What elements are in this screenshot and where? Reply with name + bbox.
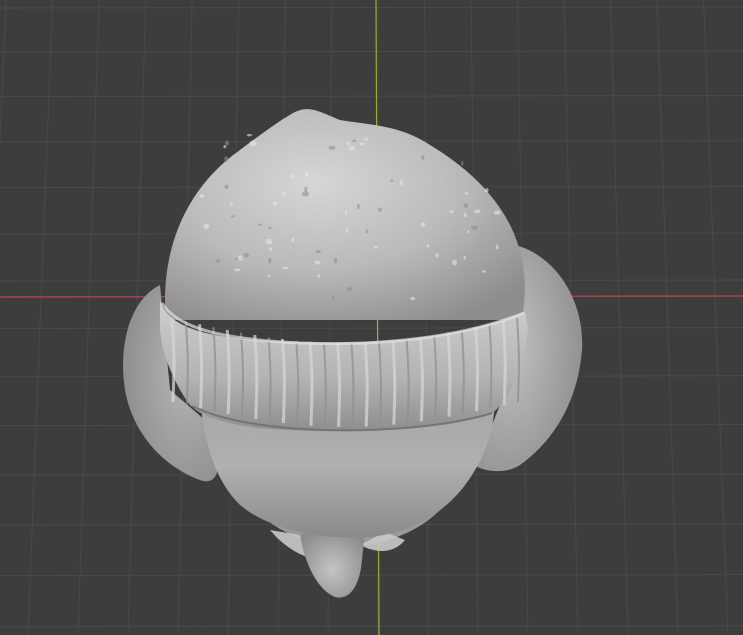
texture-speck	[373, 246, 379, 249]
texture-speck	[268, 257, 272, 264]
texture-speck	[225, 140, 230, 146]
texture-speck	[246, 133, 252, 137]
texture-speck	[389, 179, 394, 182]
texture-speck	[426, 244, 430, 248]
texture-speck	[470, 225, 478, 230]
texture-speck	[352, 139, 357, 143]
texture-speck	[302, 191, 309, 197]
texture-speck	[359, 142, 365, 146]
texture-speck	[484, 188, 489, 193]
texture-speck	[346, 287, 353, 292]
texture-speck	[452, 259, 457, 266]
texture-speck	[199, 194, 205, 199]
texture-speck	[304, 171, 309, 177]
viewport-canvas[interactable]	[0, 0, 743, 635]
texture-speck	[331, 295, 335, 300]
texture-speck	[234, 268, 241, 272]
texture-speck	[495, 244, 499, 250]
texture-speck	[282, 266, 288, 269]
texture-speck	[272, 201, 278, 206]
texture-speck	[357, 203, 360, 210]
texture-speck	[400, 179, 403, 186]
texture-speck	[269, 247, 272, 252]
texture-speck	[467, 230, 470, 233]
texture-speck	[348, 146, 356, 151]
texture-speck	[258, 223, 262, 226]
texture-speck	[203, 223, 210, 229]
texture-speck	[487, 290, 494, 296]
texture-speck	[224, 156, 229, 162]
texture-speck	[290, 174, 295, 179]
texture-speck	[449, 210, 454, 214]
texture-speck	[223, 145, 227, 149]
texture-speck	[461, 160, 464, 167]
texture-speck	[481, 270, 486, 273]
texture-speck	[464, 192, 469, 196]
texture-speck	[267, 226, 272, 230]
texture-speck	[314, 260, 321, 265]
texture-speck	[230, 215, 235, 218]
texture-speck	[346, 141, 350, 146]
texture-speck	[410, 296, 416, 301]
texture-speck	[282, 191, 286, 197]
texture-speck	[378, 207, 383, 212]
texture-speck	[224, 184, 229, 190]
texture-speck	[420, 222, 426, 227]
texture-speck	[333, 257, 338, 264]
texture-speck	[243, 252, 250, 258]
texture-speck	[345, 228, 349, 232]
texture-speck	[364, 137, 369, 141]
texture-speck	[216, 258, 221, 264]
texture-speck	[315, 250, 321, 254]
texture-speck	[291, 237, 295, 242]
texture-speck	[463, 203, 469, 209]
3d-viewport[interactable]	[0, 0, 743, 635]
texture-speck	[328, 145, 336, 150]
texture-speck	[463, 255, 466, 260]
texture-speck	[237, 255, 243, 261]
texture-speck	[435, 253, 439, 258]
texture-speck	[474, 209, 481, 214]
texture-speck	[365, 229, 369, 234]
texture-speck	[317, 274, 321, 278]
texture-speck	[249, 140, 257, 147]
texture-speck	[345, 210, 348, 216]
texture-speck	[421, 154, 425, 160]
texture-speck	[267, 275, 271, 278]
texture-speck	[493, 210, 501, 215]
texture-speck	[463, 212, 467, 218]
texture-speck	[265, 238, 273, 245]
texture-speck	[229, 202, 234, 206]
